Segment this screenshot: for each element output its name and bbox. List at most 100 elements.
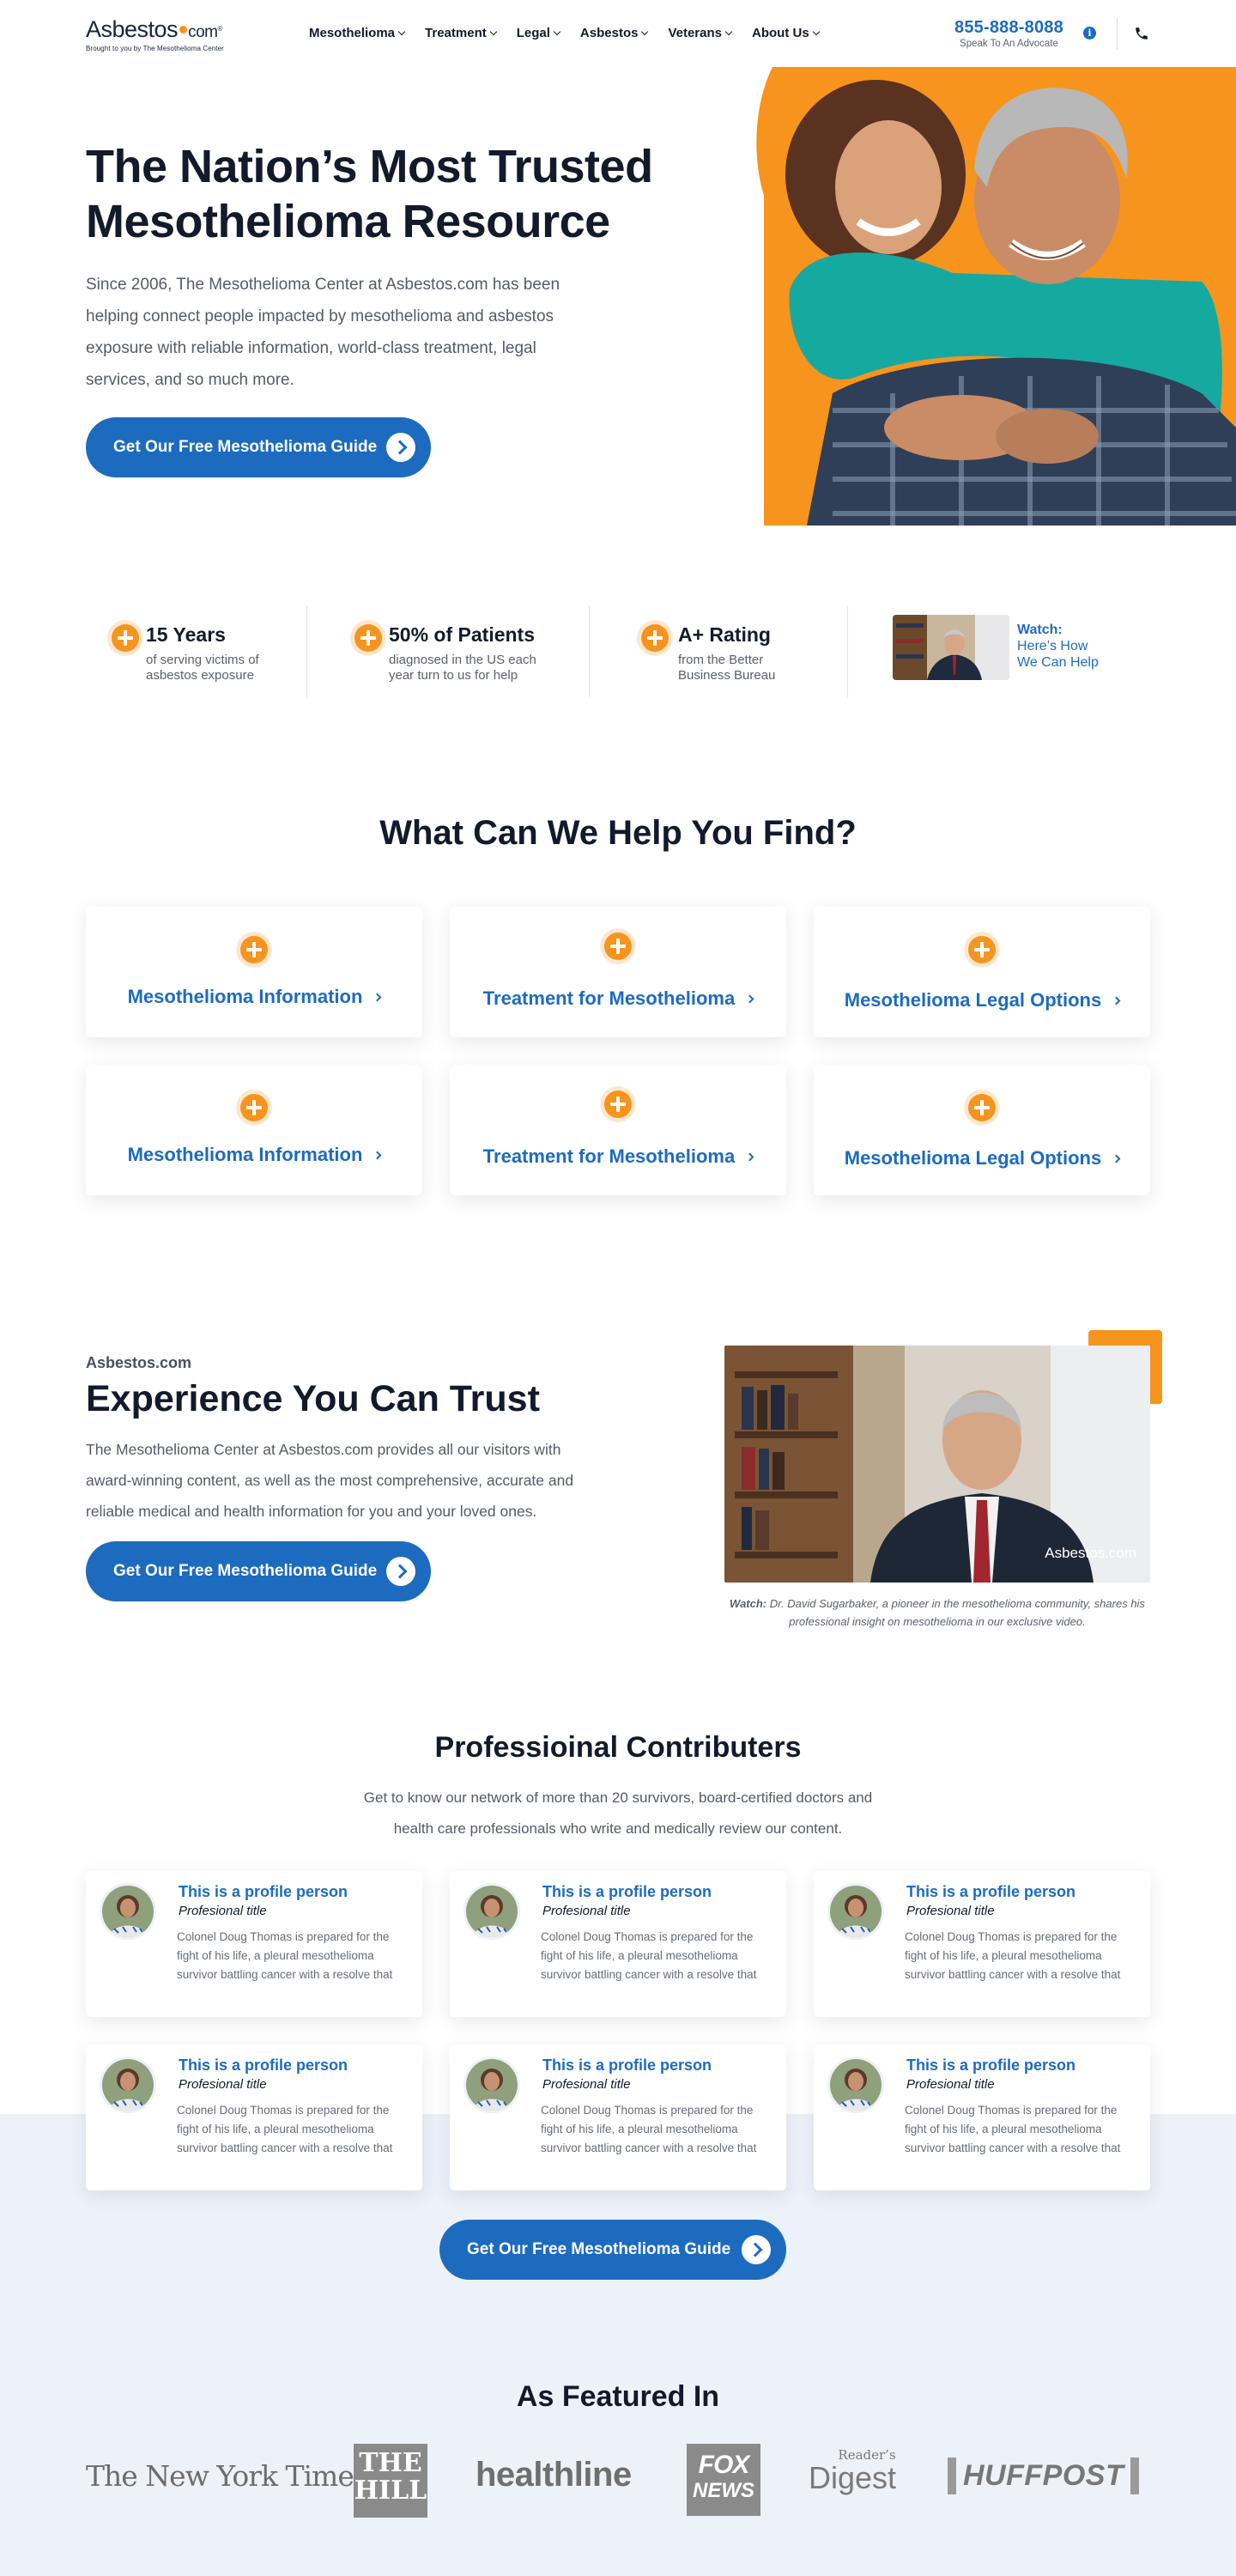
- experience-guide-button[interactable]: Get Our Free Mesothelioma Guide: [86, 1541, 431, 1601]
- phone-icon[interactable]: [1134, 26, 1149, 41]
- profile-role: Profesional title: [906, 1904, 995, 1918]
- experience-title: Experience You Can Trust: [86, 1378, 540, 1419]
- nav-mesothelioma[interactable]: Mesothelioma: [309, 26, 406, 40]
- help-card-label: Mesothelioma Legal Options: [814, 989, 1150, 1012]
- profile-name[interactable]: This is a profile person: [179, 1883, 348, 1901]
- huffpost-logo: HUFFPOST: [948, 2458, 1140, 2494]
- chevron-right-icon: [1112, 996, 1121, 1005]
- profile-name[interactable]: This is a profile person: [906, 1883, 1075, 1901]
- logo-registered: ®: [217, 25, 222, 33]
- chevron-right-icon: [745, 1152, 754, 1162]
- help-card-label: Treatment for Mesothelioma: [450, 987, 786, 1010]
- nav-veterans[interactable]: Veterans: [668, 26, 733, 40]
- chevron-down-icon: [641, 27, 649, 35]
- chevron-down-icon: [397, 27, 406, 35]
- arrow-right-icon: [742, 2235, 771, 2264]
- profile-role: Profesional title: [542, 1904, 631, 1918]
- button-label: Get Our Free Mesothelioma Guide: [113, 1562, 378, 1580]
- profile-name[interactable]: This is a profile person: [906, 2057, 1075, 2075]
- help-card[interactable]: Treatment for Mesothelioma: [450, 1065, 786, 1195]
- the-hill-logo: THE HILL: [354, 2444, 427, 2518]
- chevron-right-icon: [1112, 1154, 1121, 1163]
- help-card[interactable]: Mesothelioma Legal Options: [814, 907, 1150, 1037]
- profile-card[interactable]: This is a profile person Profesional tit…: [86, 1871, 422, 2017]
- plus-icon: [240, 936, 268, 963]
- button-label: Get Our Free Mesothelioma Guide: [467, 2240, 731, 2258]
- video-caption: Watch: Dr. David Sugarbaker, a pioneer i…: [724, 1595, 1150, 1631]
- plus-icon: [604, 1091, 632, 1118]
- profile-card[interactable]: This is a profile person Profesional tit…: [450, 2044, 786, 2190]
- fox-news-logo: FOX NEWS: [687, 2444, 760, 2516]
- profile-name[interactable]: This is a profile person: [542, 1883, 712, 1901]
- contributors-guide-button[interactable]: Get Our Free Mesothelioma Guide: [439, 2220, 786, 2280]
- help-card[interactable]: Mesothelioma Information: [86, 907, 422, 1037]
- card-text: Mesothelioma Information: [127, 1144, 363, 1165]
- avatar: [100, 2057, 156, 2113]
- couple-illustration: [738, 67, 1236, 526]
- help-card[interactable]: Treatment for Mesothelioma: [450, 907, 786, 1037]
- profile-card[interactable]: This is a profile person Profesional tit…: [450, 1871, 786, 2017]
- arrow-right-icon: [386, 433, 415, 462]
- watch-link[interactable]: Watch: Here’s How We Can Help: [1017, 622, 1112, 671]
- chevron-right-icon: [373, 993, 382, 1002]
- watch-text: Here’s How We Can Help: [1017, 639, 1099, 670]
- readers-digest-logo: Reader’s Digest: [809, 2447, 896, 2494]
- logo-text: Digest: [809, 2460, 897, 2495]
- card-text: Mesothelioma Legal Options: [844, 1147, 1102, 1169]
- featured-video[interactable]: Asbestos.com: [724, 1346, 1150, 1583]
- help-card-label: Mesothelioma Information: [86, 986, 422, 1008]
- phone-subtext: Speak To An Advocate: [960, 39, 1058, 49]
- profile-bio: Colonel Doug Thomas is prepared for the …: [905, 2104, 1121, 2154]
- stat-text: from the Better Business Bureau: [678, 653, 776, 683]
- stat-divider: [847, 606, 848, 697]
- site-logo[interactable]: Asbestos com® Brought to you by The Mesot…: [86, 17, 224, 52]
- profile-bio: Colonel Doug Thomas is prepared for the …: [177, 1930, 393, 1981]
- nav-label: Treatment: [425, 26, 487, 40]
- video-watermark: Asbestos.com: [1045, 1545, 1136, 1561]
- nav-legal[interactable]: Legal: [517, 26, 561, 40]
- nav-label: Mesothelioma: [309, 26, 396, 40]
- profile-bio: Colonel Doug Thomas is prepared for the …: [541, 2104, 757, 2154]
- help-card[interactable]: Mesothelioma Information: [86, 1065, 422, 1195]
- hero-description: Since 2006, The Mesothelioma Center at A…: [86, 276, 560, 389]
- profile-card[interactable]: This is a profile person Profesional tit…: [814, 1871, 1150, 2017]
- caption-label: Watch:: [730, 1597, 767, 1610]
- chevron-down-icon: [553, 27, 561, 35]
- nav-about-us[interactable]: About Us: [752, 26, 820, 40]
- main-nav: Mesothelioma Treatment Legal Asbestos Ve…: [309, 26, 820, 40]
- chevron-right-icon: [373, 1151, 382, 1160]
- card-text: Mesothelioma Legal Options: [844, 989, 1102, 1011]
- watch-video-thumbnail[interactable]: [893, 615, 1009, 680]
- help-card-label: Mesothelioma Information: [86, 1144, 422, 1166]
- profile-card[interactable]: This is a profile person Profesional tit…: [814, 2044, 1150, 2190]
- profile-name[interactable]: This is a profile person: [179, 2057, 348, 2075]
- nav-label: Veterans: [668, 26, 722, 40]
- help-card[interactable]: Mesothelioma Legal Options: [814, 1065, 1150, 1195]
- phone-number[interactable]: 855-888-8088: [954, 18, 1063, 38]
- stat-text: of serving victims of asbestos exposure: [146, 653, 259, 683]
- experience-eyebrow: Asbestos.com: [86, 1354, 192, 1371]
- profile-role: Profesional title: [906, 2077, 995, 2092]
- profile-name[interactable]: This is a profile person: [542, 2057, 712, 2075]
- nav-treatment[interactable]: Treatment: [425, 26, 497, 40]
- card-text: Mesothelioma Information: [127, 986, 363, 1007]
- profile-bio: Colonel Doug Thomas is prepared for the …: [905, 1930, 1121, 1981]
- profile-card[interactable]: This is a profile person Profesional tit…: [86, 2044, 422, 2190]
- logo-text: HILL: [354, 2476, 427, 2506]
- contributors-title: Professioinal Contributers: [434, 1731, 802, 1764]
- logo-text: THE: [359, 2448, 422, 2478]
- caption-text: Dr. David Sugarbaker, a pioneer in the m…: [769, 1597, 1145, 1628]
- help-card-label: Mesothelioma Legal Options: [814, 1147, 1150, 1170]
- card-text: Treatment for Mesothelioma: [482, 987, 736, 1009]
- avatar: [464, 1883, 520, 1940]
- nyt-logo: The New York Times: [86, 2459, 368, 2493]
- stat-title: 50% of Patients: [389, 623, 535, 646]
- hero-guide-button[interactable]: Get Our Free Mesothelioma Guide: [86, 417, 431, 477]
- avatar: [827, 1883, 884, 1940]
- plus-icon: [968, 1094, 996, 1121]
- nav-asbestos[interactable]: Asbestos: [580, 26, 649, 40]
- info-icon[interactable]: i: [1083, 27, 1096, 39]
- profile-bio: Colonel Doug Thomas is prepared for the …: [541, 1930, 757, 1981]
- chevron-down-icon: [724, 27, 733, 35]
- phone-contact[interactable]: 855-888-8088 Speak To An Advocate: [954, 18, 1063, 49]
